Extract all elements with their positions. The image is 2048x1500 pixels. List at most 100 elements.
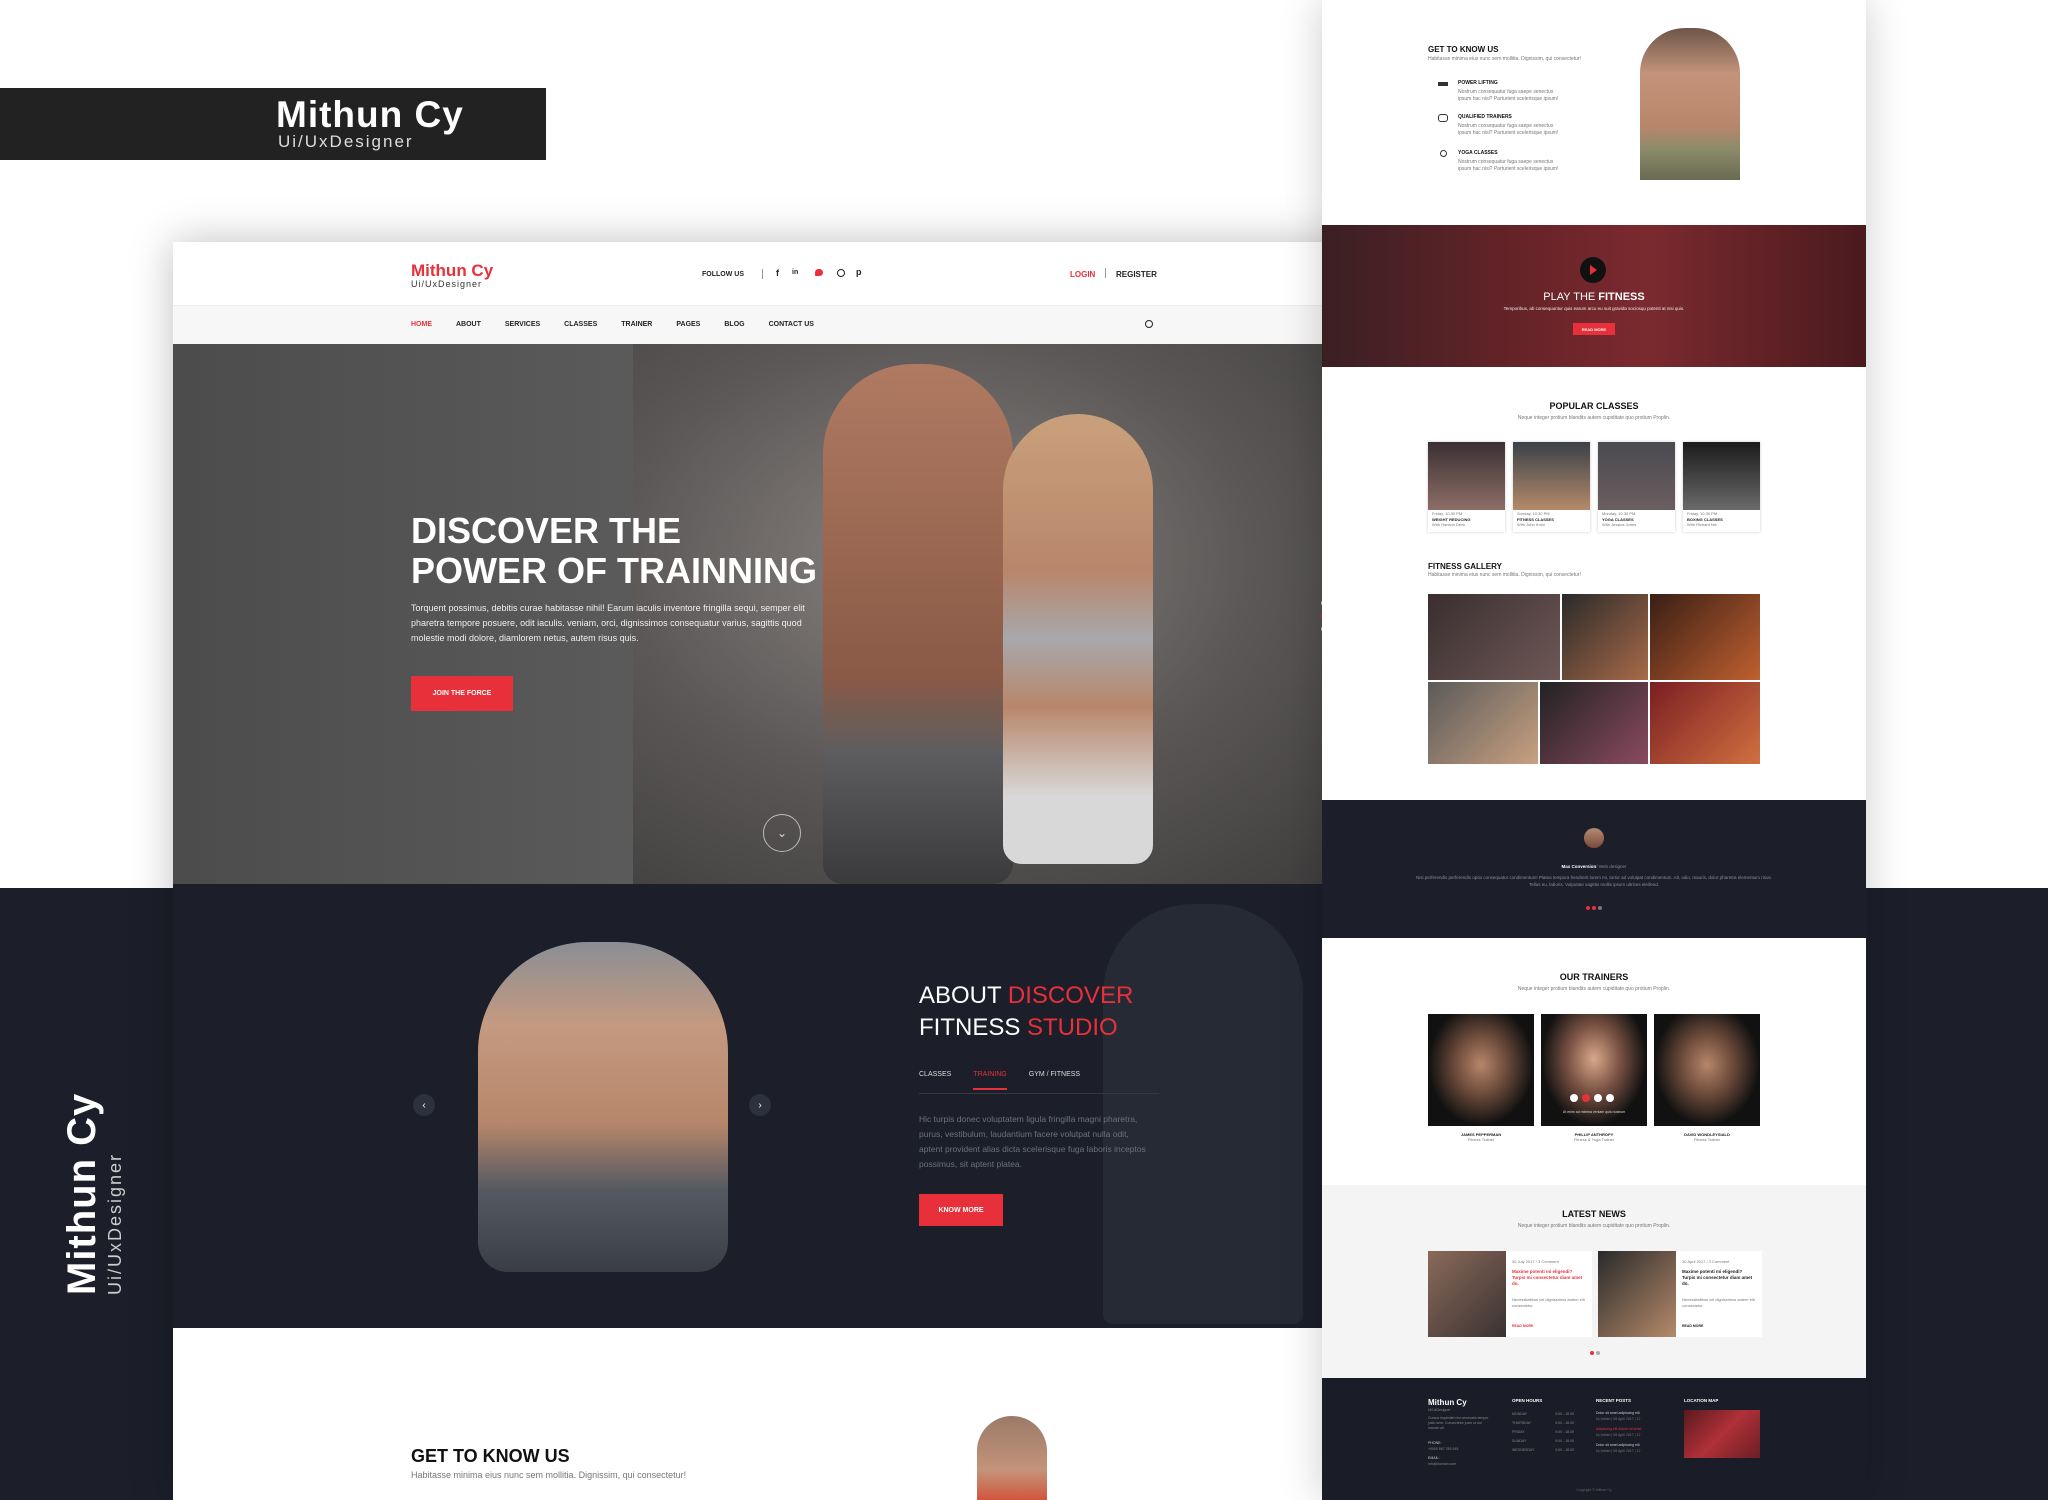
nav-item-pages[interactable]: PAGES: [676, 321, 700, 328]
testimonial-dot-2[interactable]: [1592, 906, 1596, 910]
auth-divider: [1105, 268, 1106, 278]
hero-section: DISCOVER THE POWER OF TRAINNING Torquent…: [173, 344, 1392, 884]
nav-item-classes[interactable]: CLASSES: [564, 321, 597, 328]
site-header: Mithun Cy Ui/UxDesigner FOLLOW US f in p…: [173, 242, 1392, 306]
site-footer: Mithun Cy Ui/UxDesigner Cursus imperdiet…: [1322, 1378, 1866, 1500]
join-the-force-button[interactable]: JOIN THE FORCE: [411, 676, 513, 711]
dribbble-icon[interactable]: [837, 269, 845, 277]
footer-phone-label: PHONE:: [1428, 1441, 1442, 1445]
about-text: Hic turpis donec voluptatem ligula fring…: [919, 1114, 1146, 1169]
play-icon: [1589, 265, 1597, 275]
class-card-1[interactable]: Friday, 10.30 PM WEIGHT REDUCING With Ha…: [1428, 442, 1505, 532]
get-to-know-section: GET TO KNOW US Habitasse minima eius nun…: [173, 1328, 1392, 1500]
carousel-next-button[interactable]: ›: [749, 1094, 771, 1116]
twitter-icon[interactable]: [815, 269, 823, 276]
site-logo[interactable]: Mithun Cy Ui/UxDesigner: [411, 262, 493, 289]
nav-items: HOME ABOUT SERVICES CLASSES TRAINER PAGE…: [411, 321, 814, 328]
nav-item-services[interactable]: SERVICES: [505, 321, 540, 328]
gallery-image-5[interactable]: [1540, 682, 1648, 764]
class-card-2-image: [1513, 442, 1590, 510]
news-dot-1[interactable]: [1590, 1351, 1594, 1355]
dumbbell-icon: [1438, 82, 1448, 86]
brand-name: Mithun Cy: [276, 94, 464, 135]
site-logo-role: Ui/UxDesigner: [411, 279, 483, 289]
hours-time: 9.00 - 18.00: [1555, 1430, 1574, 1434]
about-section: ‹ › ABOUT DISCOVER FITNESS STUDIO CLASSE…: [173, 884, 1392, 1328]
get-to-know-model: [977, 1416, 1047, 1500]
gallery-image-4[interactable]: [1428, 682, 1538, 764]
news-card-1-read-more[interactable]: READ MORE: [1512, 1324, 1533, 1328]
class-card-1-time: Friday, 10.30 PM: [1432, 511, 1463, 516]
tab-gym-fitness[interactable]: GYM / FITNESS: [1029, 1071, 1080, 1090]
trainer-card-3-role: Fitness Trainer: [1693, 1137, 1721, 1142]
about-heading-b: DISCOVER: [1007, 982, 1134, 1009]
nav-item-contact[interactable]: CONTACT US: [769, 321, 814, 328]
register-link[interactable]: REGISTER: [1116, 270, 1157, 279]
news-card-1-text: Necessitatibus vel dignissimos autem eli…: [1512, 1297, 1585, 1308]
our-trainers-title: OUR TRAINERS: [1559, 972, 1629, 982]
news-card-1[interactable]: 30 July 2017 / 3 Comment Maxime potenti …: [1428, 1251, 1592, 1337]
trainer-card-1[interactable]: JAMES PEPPERMAN Fitness Trainer: [1428, 1014, 1534, 1144]
play-title-a: PLAY THE: [1543, 291, 1599, 303]
play-button[interactable]: [1580, 257, 1606, 283]
trainer-card-3[interactable]: DAVID WONDLEYSIALD Fitness Trainer: [1654, 1014, 1760, 1144]
search-icon[interactable]: [1145, 320, 1153, 328]
follow-us-label: FOLLOW US: [702, 271, 744, 278]
fitness-gallery-title: FITNESS GALLERY: [1428, 562, 1502, 571]
news-card-2[interactable]: 30 April 2017 / 3 Comment Maxime potenti…: [1598, 1251, 1762, 1337]
carousel-prev-button[interactable]: ‹: [413, 1094, 435, 1116]
nav-item-blog[interactable]: BLOG: [724, 321, 744, 328]
facebook-icon[interactable]: f: [776, 268, 779, 278]
gallery-image-3[interactable]: [1650, 594, 1760, 680]
testimonial-role: / Web designer: [1596, 864, 1627, 869]
trainer-linkedin-icon[interactable]: [1594, 1094, 1602, 1102]
trainer-facebook-icon[interactable]: [1570, 1094, 1578, 1102]
class-card-3-image: [1598, 442, 1675, 510]
about-heading: ABOUT DISCOVER FITNESS STUDIO: [919, 980, 1133, 1044]
news-dot-2[interactable]: [1596, 1351, 1600, 1355]
news-card-2-read-more[interactable]: READ MORE: [1682, 1324, 1703, 1328]
class-card-2-trainer: With John Knox: [1517, 522, 1546, 527]
login-link[interactable]: LOGIN: [1070, 270, 1095, 279]
scroll-down-button[interactable]: ⌄: [763, 814, 801, 852]
class-card-3[interactable]: Monday, 10.30 PM YOGA CLASSES With Jessi…: [1598, 442, 1675, 532]
latest-news-title: LATEST NEWS: [1562, 1209, 1626, 1219]
trainer-card-1-image: [1428, 1014, 1534, 1126]
testimonial-dot-1[interactable]: [1586, 906, 1590, 910]
news-card-1-meta: 30 July 2017 / 3 Comment: [1512, 1259, 1559, 1264]
trainer-twitter-icon[interactable]: [1582, 1094, 1590, 1102]
nav-item-trainer[interactable]: TRAINER: [621, 321, 652, 328]
pinterest-icon[interactable]: p: [856, 267, 862, 277]
tab-training[interactable]: TRAINING: [973, 1071, 1007, 1090]
know-more-button[interactable]: KNOW MORE: [919, 1194, 1003, 1226]
testimonial-author: Max Conversion/ Web designer: [1322, 864, 1866, 869]
testimonial-section: Max Conversion/ Web designer Nisi perfer…: [1322, 800, 1866, 938]
recent-post-meta: by Admin | 08 April 2017 | 12: [1596, 1417, 1641, 1421]
testimonial-text: Nisi perferendis perferendis optio conse…: [1416, 875, 1772, 887]
brand-role: Ui/UxDesigner: [278, 132, 414, 151]
testimonial-dot-3[interactable]: [1598, 906, 1602, 910]
side-feature-1-title: POWER LIFTING: [1458, 80, 1498, 86]
footer-posts-title: RECENT POSTS: [1596, 1398, 1632, 1403]
play-title: PLAY THE FITNESS: [1322, 291, 1866, 303]
location-map[interactable]: [1684, 1410, 1760, 1458]
footer-logo[interactable]: Mithun Cy: [1428, 1398, 1467, 1407]
nav-item-home[interactable]: HOME: [411, 321, 432, 328]
class-card-2[interactable]: Sunday, 10.30 PM FITNESS CLASSES With Jo…: [1513, 442, 1590, 532]
linkedin-icon[interactable]: in: [792, 269, 798, 276]
nav-item-about[interactable]: ABOUT: [456, 321, 481, 328]
gallery-image-6[interactable]: [1650, 682, 1760, 764]
fitness-gallery-grid: [1428, 594, 1760, 764]
hours-time: 9.00 - 18.00: [1555, 1448, 1574, 1452]
about-heading-line2: FITNESS STUDIO: [919, 1012, 1133, 1044]
trainer-card-2[interactable]: Ut enim ad minima veniam quis nostrum PH…: [1541, 1014, 1647, 1144]
tab-classes[interactable]: CLASSES: [919, 1071, 951, 1090]
hero-title-line1: DISCOVER THE: [411, 510, 682, 551]
play-read-more-button[interactable]: READ MORE: [1573, 323, 1615, 335]
class-cards: Friday, 10.30 PM WEIGHT REDUCING With Ha…: [1428, 442, 1762, 532]
desktop-mockup: Mithun Cy Ui/UxDesigner FOLLOW US f in p…: [173, 242, 1392, 1500]
trainer-pinterest-icon[interactable]: [1606, 1094, 1614, 1102]
class-card-4[interactable]: Friday, 10.30 PM BOXING CLASSES With Ric…: [1683, 442, 1760, 532]
gallery-image-2[interactable]: [1562, 594, 1648, 680]
gallery-image-1[interactable]: [1428, 594, 1560, 680]
